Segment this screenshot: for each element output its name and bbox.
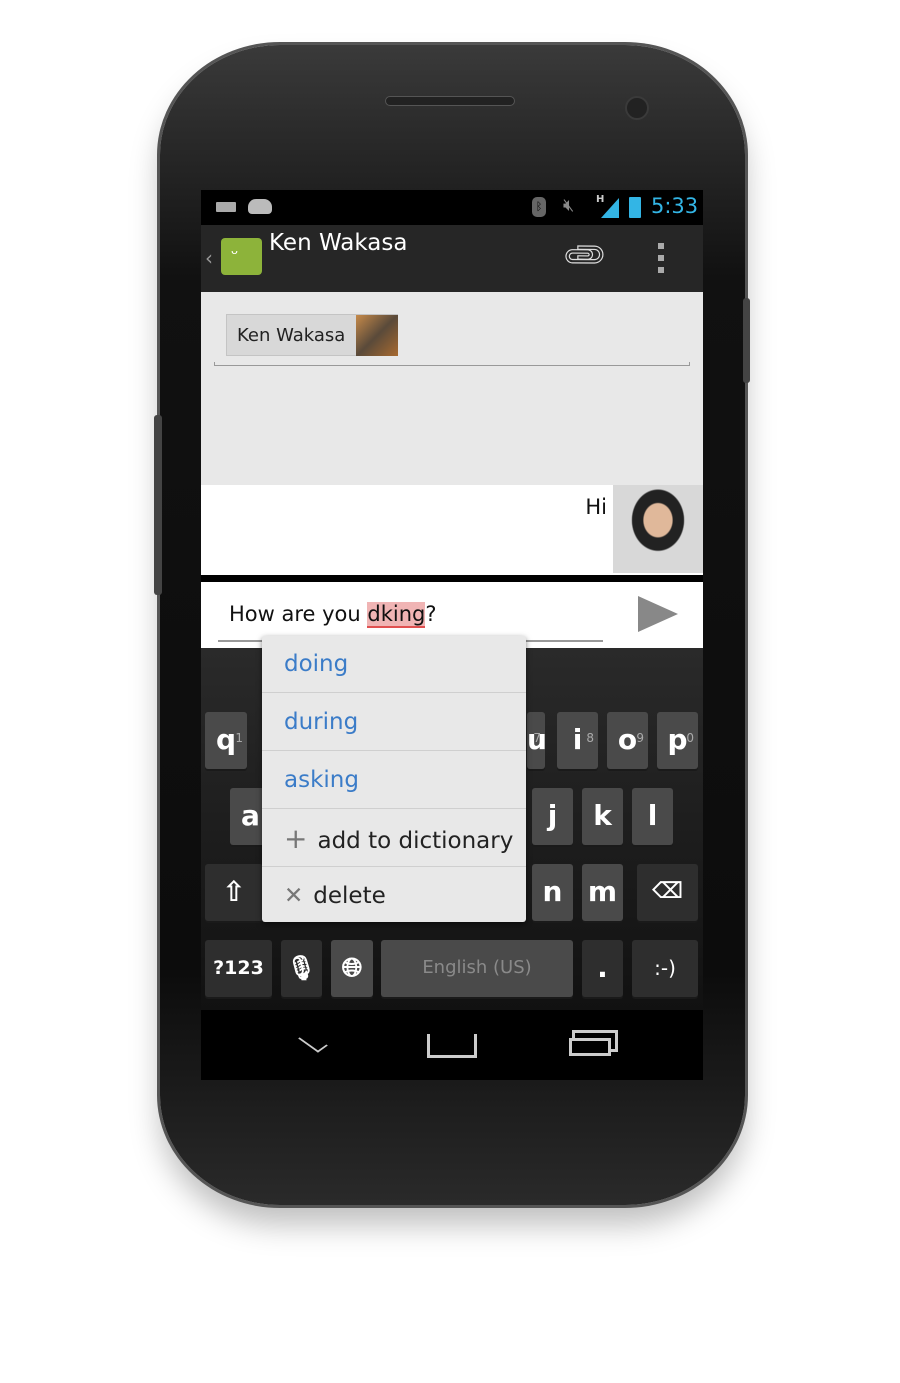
action-bar: ‹ ᵕ Ken Wakasa 📎︎ bbox=[201, 225, 703, 292]
key-m[interactable]: m bbox=[582, 864, 623, 921]
add-to-dictionary-label: add to dictionary bbox=[317, 828, 514, 854]
key-i[interactable]: i8 bbox=[557, 712, 598, 769]
status-bar: ᛒ 🔇︎ H 5:33 bbox=[201, 190, 703, 225]
compose-input[interactable]: How are you dking? bbox=[218, 582, 603, 642]
suggestion-during[interactable]: during bbox=[262, 694, 526, 751]
recipient-name: Ken Wakasa bbox=[237, 325, 346, 346]
key-k[interactable]: k bbox=[582, 788, 623, 845]
suggestion-asking[interactable]: asking bbox=[262, 752, 526, 809]
power-button bbox=[743, 298, 750, 383]
mic-icon: 🎙︎ bbox=[286, 954, 317, 982]
key-q[interactable]: q1 bbox=[205, 712, 247, 769]
earpiece-speaker bbox=[385, 96, 515, 106]
front-camera bbox=[625, 96, 649, 120]
signal-icon bbox=[601, 198, 619, 218]
recipient-chip[interactable]: Ken Wakasa bbox=[226, 314, 398, 356]
key-p[interactable]: p0 bbox=[657, 712, 698, 769]
android-icon bbox=[248, 199, 272, 214]
up-navigation-button[interactable]: ‹ ᵕ bbox=[205, 238, 267, 283]
globe-icon: 🌐︎ bbox=[341, 953, 363, 983]
back-icon: ‹ bbox=[205, 246, 213, 270]
spelling-suggestions-popup: doing during asking + add to dictionary ✕… bbox=[262, 636, 526, 922]
compose-text: How are you bbox=[229, 602, 368, 626]
recipient-avatar bbox=[356, 315, 398, 356]
bluetooth-icon: ᛒ bbox=[532, 197, 546, 217]
key-u[interactable]: u7 bbox=[527, 712, 547, 769]
recipients-area: Ken Wakasa bbox=[201, 292, 703, 485]
recipient-field-underline bbox=[214, 362, 690, 366]
overflow-menu-icon[interactable] bbox=[658, 243, 664, 273]
sender-avatar bbox=[613, 485, 703, 573]
key-l[interactable]: l bbox=[632, 788, 673, 845]
backspace-icon: ⌫ bbox=[651, 879, 684, 904]
keyboard-icon bbox=[216, 202, 236, 212]
language-key[interactable]: 🌐︎ bbox=[331, 940, 373, 997]
smiley-key[interactable]: :-) bbox=[632, 940, 698, 997]
message-item[interactable]: Hi bbox=[201, 485, 703, 575]
backspace-key[interactable]: ⌫ bbox=[637, 864, 698, 921]
mic-key[interactable]: 🎙︎ bbox=[281, 940, 322, 997]
message-text: Hi bbox=[585, 495, 607, 519]
attach-icon[interactable]: 📎︎ bbox=[560, 230, 612, 283]
conversation-title: Ken Wakasa bbox=[269, 230, 408, 256]
shift-key[interactable]: ⇧ bbox=[205, 864, 263, 921]
key-j[interactable]: j bbox=[532, 788, 573, 845]
send-icon[interactable] bbox=[638, 596, 678, 632]
close-icon: ✕ bbox=[284, 883, 304, 909]
home-nav-icon[interactable] bbox=[427, 1034, 477, 1058]
plus-icon: + bbox=[284, 822, 308, 855]
navigation-bar bbox=[201, 1010, 703, 1080]
delete-label: delete bbox=[313, 883, 386, 909]
mute-icon: 🔇︎ bbox=[563, 195, 575, 216]
suggestion-doing[interactable]: doing bbox=[262, 636, 526, 693]
back-nav-icon[interactable] bbox=[298, 1031, 328, 1053]
status-time: 5:33 bbox=[651, 194, 699, 218]
key-n[interactable]: n bbox=[532, 864, 573, 921]
add-to-dictionary-item[interactable]: + add to dictionary bbox=[262, 810, 526, 867]
volume-button bbox=[154, 415, 162, 595]
recent-apps-nav-icon[interactable] bbox=[569, 1038, 611, 1056]
phone-screen: ᛒ 🔇︎ H 5:33 ‹ ᵕ Ken Wakasa 📎︎ Ken Wakasa… bbox=[201, 190, 703, 1080]
misspelled-word[interactable]: dking bbox=[367, 602, 426, 628]
shift-icon: ⇧ bbox=[222, 875, 246, 908]
symbols-key[interactable]: ?123 bbox=[205, 940, 272, 997]
key-o[interactable]: o9 bbox=[607, 712, 648, 769]
space-key[interactable]: English (US) bbox=[381, 940, 573, 997]
delete-item[interactable]: ✕ delete bbox=[262, 868, 526, 925]
messaging-app-icon: ᵕ bbox=[221, 238, 262, 275]
period-key[interactable]: . bbox=[582, 940, 623, 997]
compose-text-end: ? bbox=[425, 602, 437, 626]
battery-icon bbox=[629, 197, 641, 218]
